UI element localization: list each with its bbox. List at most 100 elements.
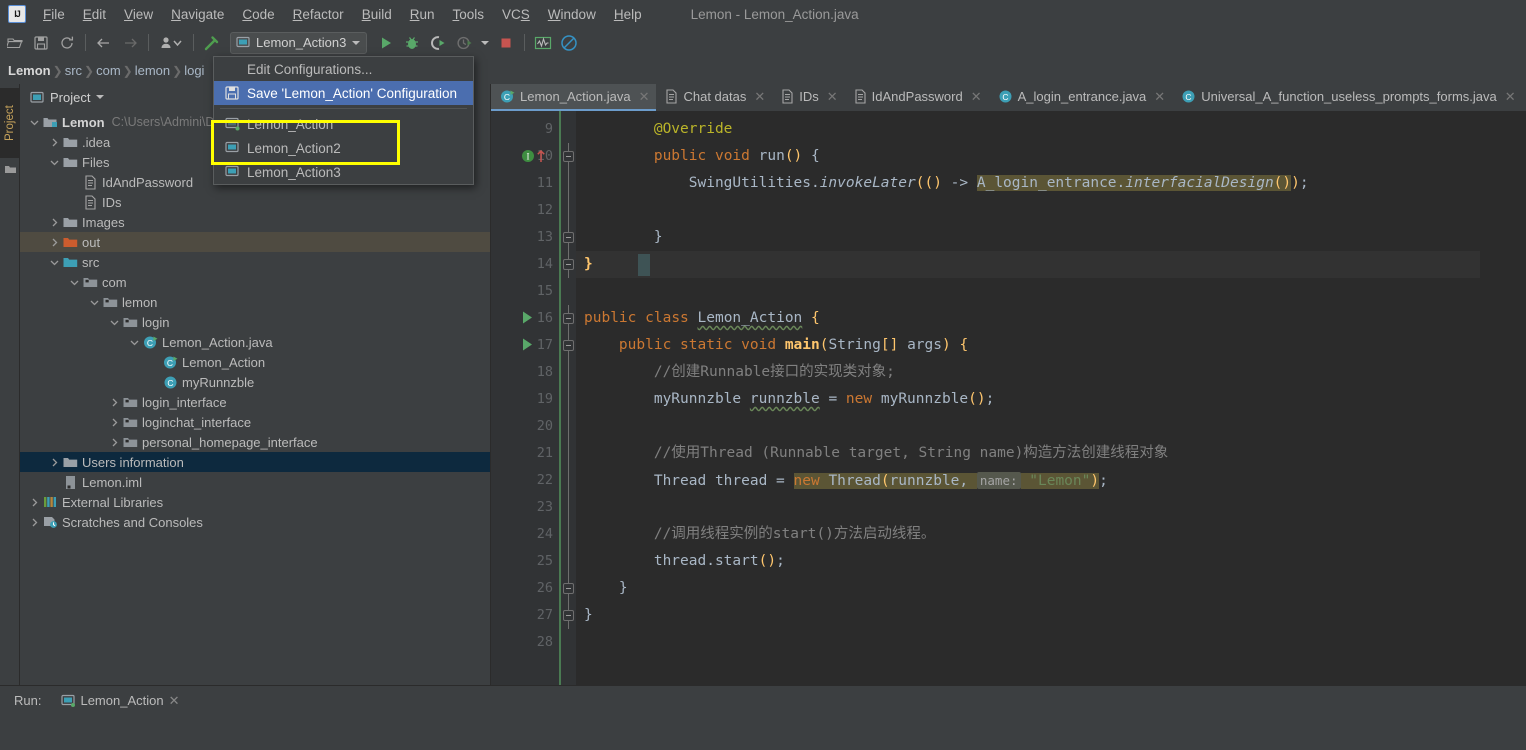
- menu-edit[interactable]: Edit: [74, 3, 115, 26]
- tree-node-src[interactable]: src: [20, 252, 490, 272]
- menu-tools[interactable]: Tools: [444, 3, 494, 26]
- close-icon[interactable]: ✕: [639, 89, 650, 105]
- run-with-coverage-icon[interactable]: [425, 31, 451, 55]
- profiler-chevron-down-icon[interactable]: [477, 31, 493, 55]
- run-tab[interactable]: Lemon_Action ✕: [61, 693, 180, 709]
- chevron-right-icon[interactable]: [108, 432, 121, 452]
- close-icon[interactable]: ✕: [1154, 89, 1165, 105]
- tree-node-images[interactable]: Images: [20, 212, 490, 232]
- editor-error-stripe[interactable]: [1480, 111, 1492, 685]
- editor-tab-a-login-entrance-java[interactable]: C A_login_entrance.java ✕: [989, 84, 1173, 111]
- close-icon[interactable]: ✕: [1505, 89, 1516, 105]
- fold-toggle-icon[interactable]: [563, 583, 574, 594]
- tree-node-ids[interactable]: IDs: [20, 192, 490, 212]
- fold-toggle-icon[interactable]: [563, 232, 574, 243]
- chevron-down-icon[interactable]: [28, 112, 41, 132]
- chevron-right-icon[interactable]: [48, 212, 61, 232]
- code-editor[interactable]: 9 10 11 12 13 14 15 16 17 18 19 20 21 22 23 24 25 26 27 28 I…: [491, 111, 1526, 685]
- run-config-item-lemon_action3[interactable]: Lemon_Action3: [214, 160, 473, 184]
- implementing-method-icon[interactable]: I: [521, 148, 551, 167]
- breadcrumb-item-lemon[interactable]: lemon: [135, 63, 170, 78]
- breadcrumb-item-com[interactable]: com: [96, 63, 121, 78]
- tree-node-myrunnzble[interactable]: CmyRunnzble: [20, 372, 490, 392]
- tree-node-lemon-action[interactable]: C Lemon_Action: [20, 352, 490, 372]
- project-tree[interactable]: Lemon C:\Users\Admini\D .idea Files IdAndPas…: [20, 110, 490, 685]
- fold-toggle-icon[interactable]: [563, 340, 574, 351]
- chevron-down-icon[interactable]: [48, 252, 61, 272]
- run-gutter-icon[interactable]: [521, 337, 534, 355]
- tree-node-out[interactable]: out: [20, 232, 490, 252]
- editor-tab-chat-datas[interactable]: Chat datas ✕: [656, 84, 772, 111]
- menu-view[interactable]: View: [115, 3, 162, 26]
- menu-build[interactable]: Build: [353, 3, 401, 26]
- project-panel-chevron-down-icon[interactable]: [96, 95, 105, 99]
- menu-code[interactable]: Code: [233, 3, 283, 26]
- tree-node-personal-homepage-interface[interactable]: personal_homepage_interface: [20, 432, 490, 452]
- close-icon[interactable]: ✕: [754, 89, 765, 105]
- chevron-down-icon[interactable]: [128, 332, 141, 352]
- chevron-right-icon[interactable]: [48, 132, 61, 152]
- editor-gutter[interactable]: 9 10 11 12 13 14 15 16 17 18 19 20 21 22 23 24 25 26 27 28 I: [491, 111, 561, 685]
- breadcrumb-item-src[interactable]: src: [65, 63, 82, 78]
- menu-item-edit-configurations[interactable]: Edit Configurations...: [214, 57, 473, 81]
- tree-node-com[interactable]: com: [20, 272, 490, 292]
- chevron-right-icon[interactable]: [28, 492, 41, 512]
- close-icon[interactable]: ✕: [169, 693, 180, 709]
- editor-scrollbar[interactable]: [1492, 111, 1526, 685]
- chevron-right-icon[interactable]: [108, 392, 121, 412]
- close-icon[interactable]: ✕: [827, 89, 838, 105]
- run-icon[interactable]: [373, 31, 399, 55]
- stop-icon[interactable]: [493, 31, 519, 55]
- activity-monitor-icon[interactable]: [530, 31, 556, 55]
- back-arrow-icon[interactable]: [91, 31, 117, 55]
- menu-refactor[interactable]: Refactor: [284, 3, 353, 26]
- tree-node-login-interface[interactable]: login_interface: [20, 392, 490, 412]
- profiler-icon[interactable]: [451, 31, 477, 55]
- chevron-down-icon[interactable]: [352, 40, 361, 45]
- forward-arrow-icon[interactable]: [117, 31, 143, 55]
- run-gutter-icon[interactable]: [521, 310, 534, 328]
- chevron-right-icon[interactable]: [108, 412, 121, 432]
- editor-tab-idandpassword[interactable]: IdAndPassword ✕: [845, 84, 989, 111]
- menu-window[interactable]: Window: [539, 3, 605, 26]
- chevron-right-icon[interactable]: [48, 452, 61, 472]
- tree-node-users-information[interactable]: Users information: [20, 452, 490, 472]
- chevron-down-icon[interactable]: [88, 292, 101, 312]
- menu-item-save-configuration[interactable]: Save 'Lemon_Action' Configuration: [214, 81, 473, 105]
- chevron-down-icon[interactable]: [68, 272, 81, 292]
- tree-node-login[interactable]: login: [20, 312, 490, 332]
- breadcrumb-item-logi[interactable]: logi: [184, 63, 204, 78]
- menu-help[interactable]: Help: [605, 3, 651, 26]
- close-icon[interactable]: ✕: [971, 89, 982, 105]
- editor-tab-universal-a-function-useless-prompts-forms-java[interactable]: C Universal_A_function_useless_prompts_fo…: [1172, 84, 1522, 111]
- run-configuration-popup[interactable]: Edit Configurations... Save 'Lemon_Actio…: [213, 56, 474, 185]
- editor-code[interactable]: @Override public void run() { SwingUtili…: [576, 111, 1480, 685]
- tree-node-lemon-action-java[interactable]: C Lemon_Action.java: [20, 332, 490, 352]
- save-all-icon[interactable]: [28, 31, 54, 55]
- tree-node-external-libraries[interactable]: External Libraries: [20, 492, 490, 512]
- chevron-right-icon[interactable]: [48, 232, 61, 252]
- chevron-right-icon[interactable]: [28, 512, 41, 532]
- fold-toggle-icon[interactable]: [563, 610, 574, 621]
- sync-icon[interactable]: [54, 31, 80, 55]
- tree-node-lemon[interactable]: lemon: [20, 292, 490, 312]
- open-project-icon[interactable]: [2, 31, 28, 55]
- debug-icon[interactable]: [399, 31, 425, 55]
- fold-toggle-icon[interactable]: [563, 151, 574, 162]
- menu-file[interactable]: File: [34, 3, 74, 26]
- run-config-item-lemon_action2[interactable]: Lemon_Action2: [214, 136, 473, 160]
- chevron-down-icon[interactable]: [108, 312, 121, 332]
- structure-tool-icon[interactable]: [4, 162, 17, 178]
- menu-navigate[interactable]: Navigate: [162, 3, 233, 26]
- update-project-icon[interactable]: [154, 31, 188, 55]
- menu-vcs[interactable]: VCS: [493, 3, 539, 26]
- menu-run[interactable]: Run: [401, 3, 444, 26]
- editor-tab-ids[interactable]: IDs ✕: [772, 84, 844, 111]
- chevron-down-icon[interactable]: [48, 152, 61, 172]
- fold-toggle-icon[interactable]: [563, 313, 574, 324]
- fold-toggle-icon[interactable]: [563, 259, 574, 270]
- tree-node-scratches-and-consoles[interactable]: Scratches and Consoles: [20, 512, 490, 532]
- project-tool-window-tab[interactable]: Project: [0, 88, 20, 158]
- build-hammer-icon[interactable]: [199, 31, 225, 55]
- run-config-item-lemon_action[interactable]: Lemon_Action: [214, 112, 473, 136]
